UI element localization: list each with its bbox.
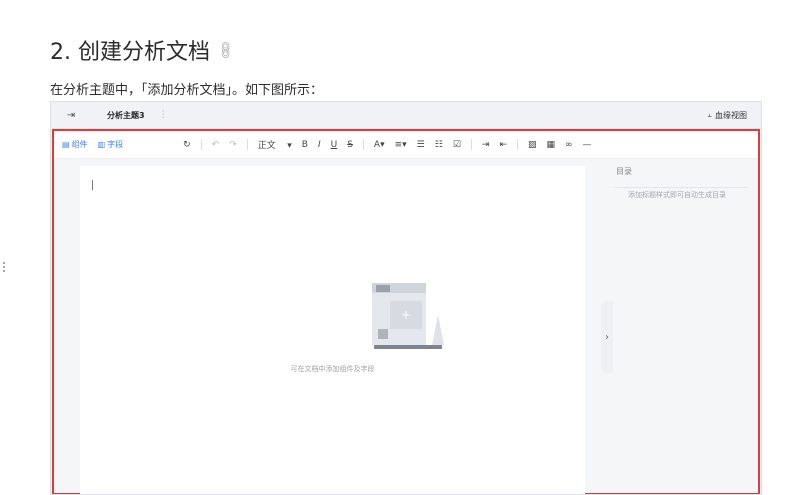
checklist-icon[interactable]: ☑ xyxy=(453,140,461,150)
indent-icon[interactable]: ⇥ xyxy=(482,140,490,150)
empty-hint-text: 可在文档中添加组件及字段 xyxy=(290,365,375,373)
field-icon: ▥ xyxy=(97,140,106,149)
document-editor[interactable]: + 可在文档中添加组件及字段 xyxy=(80,166,585,494)
anchor-link-icon[interactable]: 🔗︎ xyxy=(215,39,237,61)
component-label: 组件 xyxy=(71,140,88,149)
bullet-list-icon[interactable]: ☰ xyxy=(417,140,425,150)
outdent-icon[interactable]: ⇤ xyxy=(499,140,507,150)
svg-text:+: + xyxy=(401,308,411,322)
app-screenshot: ⇥ 分析主题3 ⋮ ⫠ 血缘视图 ▤ 组件 ▥ 字段 ↻ ↶ ↷ 正文 ▾ B I xyxy=(50,101,762,495)
lineage-view-button[interactable]: ⫠ 血缘视图 xyxy=(707,110,747,121)
editor-toolbar: ▤组件 ▥字段 ↻ ↶ ↷ 正文 ▾ B I U S A▾ ≡▾ ☰ ☷ ☑ xyxy=(54,131,758,159)
align-icon[interactable]: ≡▾ xyxy=(395,140,407,150)
component-icon: ▤ xyxy=(62,140,70,149)
more-icon[interactable]: ⋮ xyxy=(159,110,168,120)
lineage-icon: ⫠ xyxy=(707,110,712,119)
highlight-box: ▤组件 ▥字段 ↻ ↶ ↷ 正文 ▾ B I U S A▾ ≡▾ ☰ ☷ ☑ xyxy=(52,129,760,494)
table-icon[interactable]: ▦ xyxy=(547,140,556,150)
tab-analysis-topic[interactable]: 分析主题3 xyxy=(107,110,145,121)
app-topbar: ⇥ 分析主题3 ⋮ ⫠ 血缘视图 xyxy=(51,102,761,129)
text-cursor xyxy=(92,180,93,190)
image-icon[interactable]: ▨ xyxy=(528,140,537,150)
intro-paragraph: 在分析主题中，「添加分析文档」。如下图所示： xyxy=(50,83,324,98)
exit-icon[interactable]: ⇥ xyxy=(51,110,91,121)
toc-panel: 目录 添加标题样式即可自动生成目录 xyxy=(614,166,748,200)
drag-handle-icon[interactable] xyxy=(2,260,6,276)
page-title: 2. 创建分析文档 🔗︎ xyxy=(50,34,237,66)
numbered-list-icon[interactable]: ☷ xyxy=(435,140,443,150)
field-label: 字段 xyxy=(107,140,124,149)
redo-icon[interactable]: ↷ xyxy=(229,140,237,150)
italic-icon[interactable]: I xyxy=(318,140,321,150)
undo-icon[interactable]: ↶ xyxy=(212,140,220,150)
field-button[interactable]: ▥ 字段 xyxy=(98,139,124,150)
divider xyxy=(614,187,748,188)
chevron-right-icon: › xyxy=(605,331,609,343)
toc-hint: 添加标题样式即可自动生成目录 xyxy=(628,191,726,199)
text-style-select[interactable]: 正文 ▾ xyxy=(258,138,292,151)
bold-icon[interactable]: B xyxy=(302,140,308,150)
heading-text: 2. 创建分析文档 xyxy=(50,40,210,65)
link-icon[interactable]: ∞ xyxy=(565,140,573,150)
text-style-value: 正文 xyxy=(257,141,276,151)
strikethrough-icon[interactable]: S xyxy=(347,140,353,150)
underline-icon[interactable]: U xyxy=(331,140,338,150)
lineage-label: 血缘视图 xyxy=(715,110,747,120)
toc-toggle-button[interactable]: › xyxy=(601,301,613,373)
divider-icon[interactable]: — xyxy=(583,140,592,150)
component-button[interactable]: ▤ 组件 xyxy=(62,139,88,150)
font-color-icon[interactable]: A▾ xyxy=(374,140,385,150)
empty-state-illustration-icon: + xyxy=(372,283,444,349)
toc-title: 目录 xyxy=(616,167,632,176)
refresh-icon[interactable]: ↻ xyxy=(183,140,191,150)
